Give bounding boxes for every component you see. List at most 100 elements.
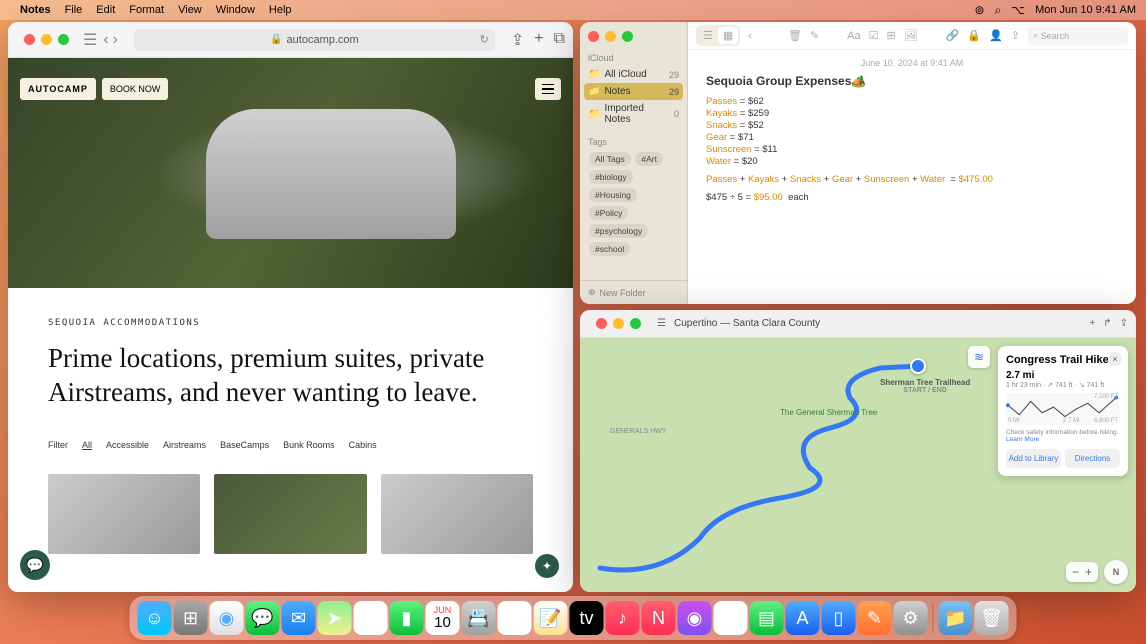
menu-file[interactable]: File bbox=[65, 4, 83, 16]
dock-downloads-icon[interactable]: 📁 bbox=[939, 601, 973, 635]
search-input[interactable]: ⌕ Search bbox=[1028, 27, 1128, 45]
menu-window[interactable]: Window bbox=[216, 4, 255, 16]
new-tab-icon[interactable]: + bbox=[534, 30, 543, 50]
tag-policy[interactable]: #Policy bbox=[589, 206, 628, 220]
dock-pages-icon[interactable]: ✎ bbox=[858, 601, 892, 635]
learn-more-link[interactable]: Learn More bbox=[1006, 436, 1039, 443]
maps-sidebar-icon[interactable]: ☰ bbox=[657, 318, 666, 329]
back-button-icon[interactable]: ‹ bbox=[103, 31, 108, 49]
dock-launchpad-icon[interactable]: ⊞ bbox=[174, 601, 208, 635]
list-view-icon[interactable]: ☰ bbox=[698, 27, 718, 44]
directions-button[interactable]: Directions bbox=[1065, 449, 1120, 468]
sidebar-toggle-icon[interactable]: ☰ bbox=[83, 30, 97, 50]
tag-all[interactable]: All Tags bbox=[589, 152, 631, 166]
media-icon[interactable]: 🖼 bbox=[904, 29, 918, 42]
dock-freeform-icon[interactable]: ✎ bbox=[714, 601, 748, 635]
close-button[interactable] bbox=[588, 31, 599, 42]
zoom-out-button[interactable]: − bbox=[1072, 565, 1079, 579]
accessibility-button[interactable]: ✦ bbox=[533, 552, 561, 580]
back-icon[interactable]: ‹ bbox=[748, 30, 752, 42]
dock-calendar-icon[interactable]: JUN10 bbox=[426, 601, 460, 635]
menu-format[interactable]: Format bbox=[129, 4, 164, 16]
menubar-datetime[interactable]: Mon Jun 10 9:41 AM bbox=[1035, 4, 1136, 16]
grid-view-icon[interactable]: ▦ bbox=[718, 27, 738, 44]
fullscreen-button[interactable] bbox=[58, 34, 69, 45]
dock-contacts-icon[interactable]: 📇 bbox=[462, 601, 496, 635]
tag-housing[interactable]: #Housing bbox=[589, 188, 637, 202]
gallery-thumb[interactable] bbox=[214, 474, 366, 554]
tag-biology[interactable]: #biology bbox=[589, 170, 633, 184]
map-mode-button[interactable]: ≋ bbox=[968, 346, 990, 368]
dock-messages-icon[interactable]: 💬 bbox=[246, 601, 280, 635]
dock-news-icon[interactable]: N bbox=[642, 601, 676, 635]
share-icon[interactable]: ⇪ bbox=[1011, 29, 1020, 42]
dock-facetime-icon[interactable]: ▮ bbox=[390, 601, 424, 635]
map-canvas[interactable]: GENERALS HWY Sherman Tree Trailhead STAR… bbox=[580, 338, 1136, 592]
dock-reminders-icon[interactable]: ☑ bbox=[498, 601, 532, 635]
table-icon[interactable]: ⊞ bbox=[886, 29, 895, 42]
folder-notes[interactable]: 📁 Notes 29 bbox=[584, 83, 683, 100]
maps-location-title[interactable]: Cupertino — Santa Clara County bbox=[674, 318, 820, 329]
filter-basecamps[interactable]: BaseCamps bbox=[220, 440, 269, 450]
fullscreen-button[interactable] bbox=[630, 318, 641, 329]
format-icon[interactable]: Aa bbox=[847, 30, 860, 42]
dock-safari-icon[interactable]: ◉ bbox=[210, 601, 244, 635]
minimize-button[interactable] bbox=[605, 31, 616, 42]
dock-numbers-icon[interactable]: ▤ bbox=[750, 601, 784, 635]
filter-cabins[interactable]: Cabins bbox=[349, 440, 377, 450]
collaborate-icon[interactable]: 👤 bbox=[989, 29, 1003, 42]
maps-route-icon[interactable]: ↱ bbox=[1103, 318, 1111, 329]
wifi-icon[interactable]: ⊚ bbox=[974, 3, 984, 17]
filter-airstreams[interactable]: Airstreams bbox=[163, 440, 206, 450]
fullscreen-button[interactable] bbox=[622, 31, 633, 42]
folder-imported[interactable]: 📁 Imported Notes 0 bbox=[580, 100, 687, 128]
tag-art[interactable]: #Art bbox=[635, 152, 663, 166]
tag-school[interactable]: #school bbox=[589, 242, 630, 256]
dock-finder-icon[interactable]: ☺ bbox=[138, 601, 172, 635]
lock-icon[interactable]: 🔒 bbox=[967, 29, 981, 42]
dock-appstore-icon[interactable]: A bbox=[786, 601, 820, 635]
tabs-icon[interactable]: ⧉ bbox=[554, 30, 565, 50]
minimize-button[interactable] bbox=[613, 318, 624, 329]
dock-maps-icon[interactable]: ➤ bbox=[318, 601, 352, 635]
dock-keynote-icon[interactable]: ▯ bbox=[822, 601, 856, 635]
minimize-button[interactable] bbox=[41, 34, 52, 45]
trailhead-label[interactable]: Sherman Tree Trailhead START / END bbox=[880, 378, 970, 394]
menu-toggle-button[interactable] bbox=[535, 78, 561, 100]
app-menu[interactable]: Notes bbox=[20, 4, 51, 16]
filter-bunkrooms[interactable]: Bunk Rooms bbox=[283, 440, 335, 450]
close-button[interactable] bbox=[596, 318, 607, 329]
maps-add-icon[interactable]: + bbox=[1089, 318, 1095, 329]
dock-music-icon[interactable]: ♪ bbox=[606, 601, 640, 635]
dock-photos-icon[interactable]: ❀ bbox=[354, 601, 388, 635]
spotlight-icon[interactable]: ⌕ bbox=[995, 3, 1002, 18]
dock-podcasts-icon[interactable]: ◉ bbox=[678, 601, 712, 635]
share-icon[interactable]: ⇪ bbox=[511, 30, 524, 50]
dock-settings-icon[interactable]: ⚙ bbox=[894, 601, 928, 635]
dock-tv-icon[interactable]: tv bbox=[570, 601, 604, 635]
gallery-thumb[interactable] bbox=[48, 474, 200, 554]
link-icon[interactable]: 🔗 bbox=[946, 29, 960, 42]
chat-button[interactable]: 💬 bbox=[20, 550, 50, 580]
gallery-thumb[interactable] bbox=[381, 474, 533, 554]
checklist-icon[interactable]: ☑ bbox=[869, 29, 879, 42]
filter-all[interactable]: All bbox=[82, 440, 92, 450]
zoom-in-button[interactable]: + bbox=[1085, 565, 1092, 579]
url-field[interactable]: 🔒 autocamp.com ↻ bbox=[134, 29, 495, 51]
compass-button[interactable]: N bbox=[1104, 560, 1128, 584]
close-card-button[interactable]: × bbox=[1108, 352, 1122, 366]
menu-edit[interactable]: Edit bbox=[96, 4, 115, 16]
delete-icon[interactable]: 🗑 bbox=[788, 29, 802, 42]
folder-all-icloud[interactable]: 📁 All iCloud 29 bbox=[580, 66, 687, 83]
landmark-label[interactable]: The General Sherman Tree bbox=[780, 408, 877, 417]
add-to-library-button[interactable]: Add to Library bbox=[1006, 449, 1061, 468]
site-logo[interactable]: AUTOCAMP bbox=[20, 78, 96, 100]
menu-help[interactable]: Help bbox=[269, 4, 292, 16]
new-folder-button[interactable]: ⊕ New Folder bbox=[580, 280, 687, 304]
reload-icon[interactable]: ↻ bbox=[480, 33, 489, 46]
forward-button-icon[interactable]: › bbox=[113, 31, 118, 49]
dock-notes-icon[interactable]: 📝 bbox=[534, 601, 568, 635]
view-toggle[interactable]: ☰ ▦ bbox=[696, 25, 740, 46]
close-button[interactable] bbox=[24, 34, 35, 45]
book-now-button[interactable]: BOOK NOW bbox=[102, 78, 169, 100]
